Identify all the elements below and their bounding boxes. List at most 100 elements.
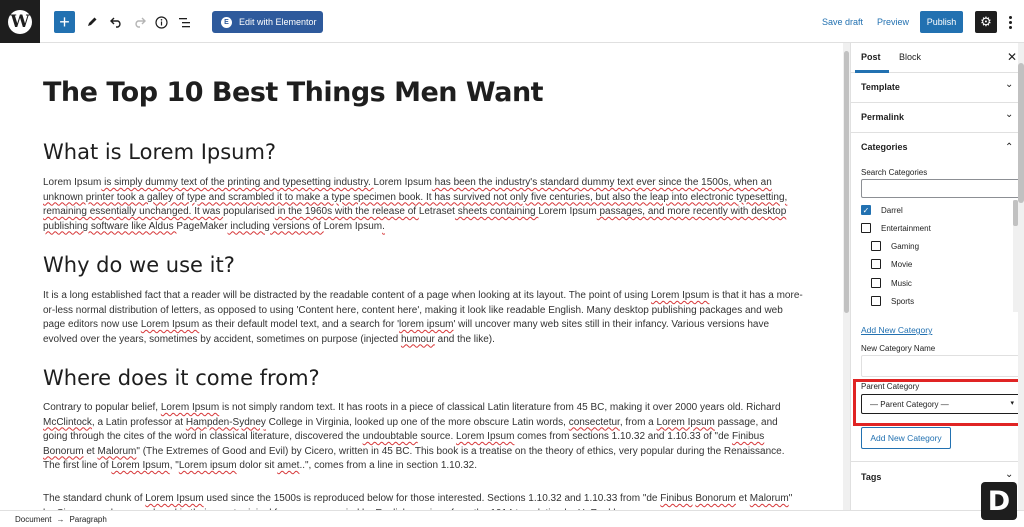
category-name: Movie bbox=[891, 259, 913, 269]
paragraph-text: , from a bbox=[619, 416, 657, 428]
tab-block[interactable]: Block bbox=[899, 52, 921, 62]
block-breadcrumb: Document → Paragraph bbox=[0, 510, 1024, 527]
category-item[interactable]: Entertainment bbox=[861, 223, 931, 233]
spellcheck-word: Lorem Ipsum bbox=[650, 290, 710, 301]
paragraph-text: Lorem Ipsum bbox=[373, 177, 432, 188]
undo-icon[interactable] bbox=[108, 11, 124, 33]
search-categories-input[interactable] bbox=[861, 179, 1021, 198]
paragraph-text: et bbox=[83, 445, 98, 457]
add-block-button[interactable]: + bbox=[54, 11, 75, 33]
close-icon[interactable]: ✕ bbox=[1007, 50, 1017, 64]
tab-post[interactable]: Post bbox=[861, 52, 881, 62]
panel-template-label: Template bbox=[861, 82, 900, 92]
info-icon[interactable] bbox=[153, 11, 169, 33]
spellcheck-word: sheets containing bbox=[454, 206, 539, 217]
parent-category-select[interactable]: — Parent Category — ▾ bbox=[861, 394, 1020, 414]
spellcheck-word: Lorem Ipsum bbox=[140, 319, 200, 330]
paragraph-text: , " bbox=[169, 460, 179, 471]
post-title[interactable]: The Top 10 Best Things Men Want bbox=[43, 77, 544, 108]
list-view-icon[interactable] bbox=[177, 11, 193, 33]
spellcheck-word: undoubtable bbox=[362, 431, 418, 442]
heading-block[interactable]: What is Lorem Ipsum? bbox=[43, 140, 276, 164]
paragraph-text: It is a long established fact that a rea… bbox=[43, 290, 651, 301]
spellcheck-word: Finibus bbox=[660, 493, 693, 504]
wordpress-logo[interactable]: W bbox=[0, 0, 40, 43]
paragraph-block[interactable]: Contrary to popular belief, Lorem Ipsum … bbox=[43, 401, 803, 474]
spellcheck-word: including versions of bbox=[227, 220, 324, 232]
heading-block[interactable]: Where does it come from? bbox=[43, 366, 320, 390]
checkbox-icon[interactable] bbox=[871, 241, 881, 251]
paragraph-block[interactable]: Lorem Ipsum is simply dummy text of the … bbox=[43, 176, 803, 234]
add-new-category-link[interactable]: Add New Category bbox=[861, 325, 932, 335]
category-name: Music bbox=[891, 278, 912, 288]
breadcrumb-arrow-icon: → bbox=[56, 514, 65, 524]
pencil-icon[interactable] bbox=[84, 11, 100, 33]
paragraph-block[interactable]: It is a long established fact that a rea… bbox=[43, 289, 803, 347]
chevron-down-icon: ⌄ bbox=[1005, 469, 1014, 480]
spellcheck-word: Malorum bbox=[97, 445, 137, 457]
editor-toolbar: W + E Edit with Elementor Save draft Pre… bbox=[0, 0, 1024, 43]
new-category-name-label: New Category Name bbox=[861, 344, 936, 353]
spellcheck-word: Hampden-Sydney bbox=[185, 416, 266, 428]
settings-gear-icon[interactable]: ⚙ bbox=[975, 11, 997, 33]
breadcrumb-paragraph[interactable]: Paragraph bbox=[69, 515, 106, 524]
watermark-logo: D bbox=[981, 482, 1017, 520]
edit-with-elementor-button[interactable]: E Edit with Elementor bbox=[212, 11, 323, 33]
sidebar-scrollbar[interactable] bbox=[1018, 43, 1024, 510]
paragraph-text: PageMaker bbox=[176, 220, 228, 232]
editor-canvas[interactable]: The Top 10 Best Things Men Want What is … bbox=[0, 43, 850, 510]
paragraph-block[interactable]: The standard chunk of Lorem Ipsum used s… bbox=[43, 492, 803, 510]
category-item[interactable]: Music bbox=[871, 278, 912, 288]
paragraph-text: Lorem Ipsum bbox=[43, 177, 102, 188]
panel-categories[interactable]: Categories ⌃ bbox=[851, 133, 1024, 163]
spellcheck-word: Malorum bbox=[749, 493, 789, 504]
category-item[interactable]: Movie bbox=[871, 259, 912, 269]
panel-template[interactable]: Template ⌄ bbox=[851, 73, 1024, 103]
checkbox-icon[interactable] bbox=[861, 223, 871, 233]
panel-tags-label: Tags bbox=[861, 472, 882, 482]
publish-button[interactable]: Publish bbox=[920, 11, 963, 33]
spellcheck-word: Bonorum bbox=[695, 493, 736, 504]
checkbox-icon[interactable] bbox=[871, 278, 881, 288]
chevron-down-icon: ⌄ bbox=[1005, 109, 1014, 120]
editor-scrollbar[interactable] bbox=[843, 43, 850, 510]
spellcheck-word: Lorem Ipsum bbox=[145, 493, 204, 504]
checkbox-checked-icon[interactable]: ✓ bbox=[861, 205, 871, 215]
spellcheck-word: Lorem Ipsum bbox=[656, 416, 715, 428]
new-category-name-input[interactable] bbox=[861, 355, 1021, 377]
save-draft-button[interactable]: Save draft bbox=[822, 17, 863, 27]
panel-permalink[interactable]: Permalink ⌄ bbox=[851, 103, 1024, 133]
paragraph-text: ..", comes from a line in section 1.10.3… bbox=[299, 460, 477, 471]
category-item[interactable]: Gaming bbox=[871, 241, 919, 251]
chevron-up-icon: ⌃ bbox=[1005, 142, 1014, 153]
checkbox-icon[interactable] bbox=[871, 296, 881, 306]
spellcheck-word: McClintock bbox=[43, 416, 92, 428]
checkbox-icon[interactable] bbox=[871, 259, 881, 269]
spellcheck-word: Finibus bbox=[731, 431, 765, 442]
redo-icon[interactable] bbox=[131, 11, 147, 33]
heading-text: What is Lorem Ipsum? bbox=[43, 140, 277, 164]
category-name: Darrel bbox=[881, 205, 903, 215]
category-item[interactable]: Sports bbox=[871, 296, 914, 306]
paragraph-text: is not simply random text. It has roots … bbox=[219, 402, 781, 413]
add-new-category-button[interactable]: Add New Category bbox=[861, 427, 951, 449]
paragraph-text: Lorem Ipsum bbox=[538, 206, 597, 217]
spellcheck-word: Lorem Ipsum bbox=[111, 460, 170, 471]
category-name: Entertainment bbox=[881, 223, 931, 233]
search-categories-label: Search Categories bbox=[861, 168, 928, 177]
settings-sidebar: Post Block ✕ Template ⌄ Permalink ⌄ Cate… bbox=[850, 43, 1024, 510]
more-options-icon[interactable] bbox=[1004, 11, 1016, 33]
paragraph-text: popularised bbox=[223, 206, 275, 217]
spellcheck-word: Lorem ipsum bbox=[178, 460, 237, 471]
paragraph-text: et bbox=[735, 493, 750, 504]
category-name: Sports bbox=[891, 296, 915, 306]
preview-button[interactable]: Preview bbox=[877, 17, 909, 27]
chevron-down-icon: ⌄ bbox=[1005, 79, 1014, 90]
breadcrumb-document[interactable]: Document bbox=[15, 515, 51, 524]
category-item[interactable]: ✓ Darrel bbox=[861, 205, 903, 215]
parent-category-label: Parent Category bbox=[861, 382, 920, 391]
panel-categories-label: Categories bbox=[861, 142, 908, 152]
heading-block[interactable]: Why do we use it? bbox=[43, 253, 235, 277]
paragraph-text: as their default model text, and a searc… bbox=[199, 319, 399, 330]
spellcheck-word: Lorem Ipsum bbox=[160, 402, 220, 413]
